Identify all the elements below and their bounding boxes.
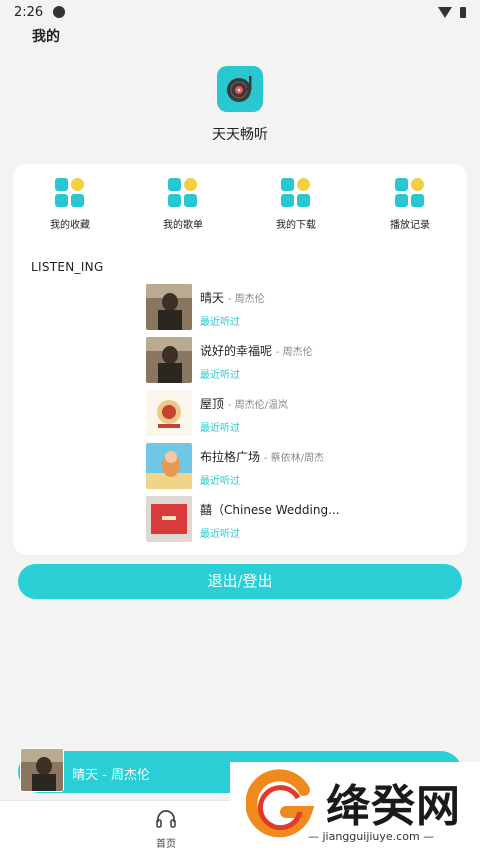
- song-item[interactable]: 布拉格广场 - 蔡依林/周杰 最近听过: [146, 443, 446, 489]
- tab-home[interactable]: 首页: [144, 809, 188, 850]
- song-title: 晴天 - 周杰伦: [200, 291, 265, 305]
- grid-icon: [168, 178, 198, 208]
- headphones-icon: [156, 810, 176, 828]
- notification-icon: [53, 6, 66, 18]
- recent-tag: 最近听过: [200, 476, 240, 487]
- album-cover: [146, 496, 192, 542]
- quick-action-favorites[interactable]: 我的收藏: [25, 178, 115, 231]
- album-cover: [146, 443, 192, 489]
- profile-card: 我的收藏 我的歌单 我的下载 播放记录 LISTEN_ING 晴天 - 周杰伦 …: [13, 164, 467, 555]
- status-bar: 2:26: [0, 0, 480, 24]
- song-item[interactable]: 说好的幸福呢 - 周杰伦 最近听过: [146, 337, 446, 383]
- grid-icon: [55, 178, 85, 208]
- logout-button[interactable]: 退出/登出: [18, 564, 462, 599]
- quick-action-label: 我的下载: [276, 220, 316, 231]
- album-cover: [146, 390, 192, 436]
- tab-home-label: 首页: [156, 839, 176, 850]
- grid-icon: [281, 178, 311, 208]
- quick-action-label: 我的歌单: [163, 220, 203, 231]
- album-cover: [146, 284, 192, 330]
- song-item[interactable]: 晴天 - 周杰伦 最近听过: [146, 284, 446, 330]
- app-logo: [217, 66, 263, 112]
- grid-icon: [395, 178, 425, 208]
- watermark: 绛癸网 — jiangguijiuye.com —: [230, 762, 480, 854]
- page-title: 我的: [32, 29, 60, 45]
- recent-tag: 最近听过: [200, 317, 240, 328]
- app-name: 天天畅听: [212, 127, 268, 143]
- album-cover: [146, 337, 192, 383]
- song-item[interactable]: 囍（Chinese Wedding... 最近听过: [146, 496, 446, 542]
- song-item[interactable]: 屋顶 - 周杰伦/温岚 最近听过: [146, 390, 446, 436]
- wifi-icon: [438, 6, 452, 18]
- quick-action-label: 播放记录: [390, 220, 430, 231]
- watermark-title: 绛癸网: [326, 781, 461, 832]
- quick-action-playlists[interactable]: 我的歌单: [138, 178, 228, 231]
- recent-tag: 最近听过: [200, 370, 240, 381]
- quick-actions: 我的收藏 我的歌单 我的下载 播放记录: [13, 178, 467, 238]
- watermark-subtitle: — jiangguijiuye.com —: [308, 830, 435, 843]
- song-title: 布拉格广场 - 蔡依林/周杰: [200, 450, 324, 464]
- mini-player-title: 晴天 - 周杰伦: [72, 768, 150, 783]
- song-title: 囍（Chinese Wedding...: [200, 503, 340, 517]
- quick-action-label: 我的收藏: [50, 220, 90, 231]
- recent-tag: 最近听过: [200, 529, 240, 540]
- turntable-icon: [227, 76, 252, 102]
- quick-action-downloads[interactable]: 我的下载: [251, 178, 341, 231]
- recent-tag: 最近听过: [200, 423, 240, 434]
- watermark-logo-icon: [246, 769, 315, 838]
- mini-player-cover[interactable]: [20, 748, 64, 792]
- status-icons: [438, 6, 466, 18]
- battery-icon: [460, 6, 466, 18]
- song-title: 屋顶 - 周杰伦/温岚: [200, 397, 288, 411]
- song-title: 说好的幸福呢 - 周杰伦: [200, 344, 313, 358]
- section-title: LISTEN_ING: [31, 260, 104, 274]
- status-time: 2:26: [14, 4, 44, 20]
- quick-action-history[interactable]: 播放记录: [365, 178, 455, 231]
